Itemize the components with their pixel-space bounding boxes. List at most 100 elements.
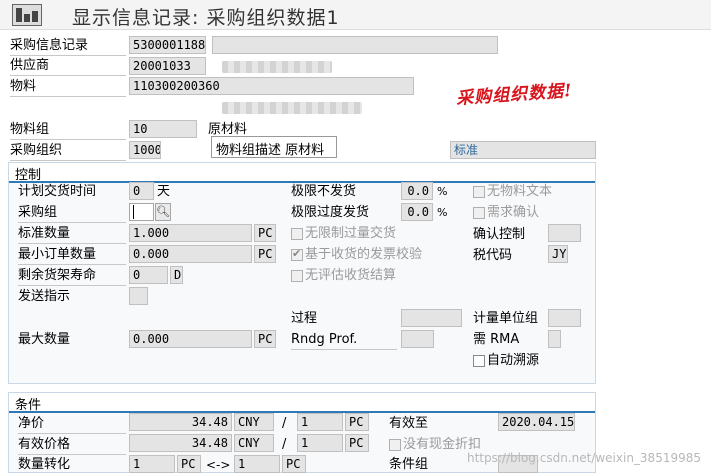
shipping-instr-label: 发送指示 [18, 289, 71, 304]
auto-source-checkbox[interactable] [473, 355, 485, 367]
redacted-material-desc [222, 102, 362, 114]
overdelivery-unit: % [437, 206, 448, 219]
divider [291, 349, 397, 350]
ack-required-checkbox[interactable] [473, 207, 485, 219]
no-ers-checkbox[interactable] [291, 270, 303, 282]
underdelivery-field[interactable]: 0.0 [401, 182, 433, 200]
material-field[interactable]: 110300200360 [129, 77, 414, 95]
eff-price-per[interactable]: 1 [297, 434, 343, 452]
info-record-icon [12, 4, 42, 26]
eff-price-label: 有效价格 [18, 437, 71, 452]
shelf-life-unit[interactable]: D [170, 266, 183, 284]
valid-to-field[interactable]: 2020.04.15 [498, 413, 575, 431]
tax-code-field[interactable]: JY [548, 245, 568, 263]
divider [18, 243, 126, 244]
page-title: 显示信息记录: 采购组织数据1 [72, 7, 340, 29]
min-order-unit[interactable]: PC [254, 245, 276, 263]
qty-conv-left-field[interactable]: 1 [129, 455, 175, 473]
min-order-field[interactable]: 0.000 [129, 245, 252, 263]
uom-group-field[interactable] [548, 309, 581, 327]
text-cursor [133, 205, 134, 219]
purch-org-type-field[interactable]: 标准 [450, 141, 596, 159]
unlimited-overdelivery-checkbox[interactable] [291, 228, 303, 240]
qty-conv-right-field[interactable]: 1 [234, 455, 280, 473]
max-qty-label: 最大数量 [18, 332, 71, 347]
material-group-label: 物料组 [10, 122, 50, 137]
conditions-group-header: 条件 [9, 393, 595, 413]
control-section-title: 控制 [15, 168, 42, 183]
divider [10, 139, 126, 140]
shelf-life-label: 剩余货架寿命 [18, 268, 97, 283]
conf-control-label: 确认控制 [473, 227, 526, 242]
overdelivery-field[interactable]: 0.0 [401, 203, 433, 221]
purch-org-label: 采购组织 [10, 143, 63, 158]
annotation-text: 采购组织数据! [455, 80, 574, 110]
eff-price-currency[interactable]: CNY [234, 434, 274, 452]
magnifier-icon: 🔍︎ [156, 205, 170, 218]
material-group-field[interactable]: 10 [129, 120, 197, 138]
gr-based-iv-label: 基于收货的发票校验 [305, 247, 423, 262]
qty-conv-right-unit[interactable]: PC [282, 455, 306, 473]
net-price-slash: / [282, 416, 287, 431]
divider [18, 264, 126, 265]
shipping-instr-field[interactable] [129, 287, 148, 305]
standard-qty-unit[interactable]: PC [254, 224, 276, 242]
divider [18, 222, 126, 223]
control-group-header: 控制 [9, 163, 595, 183]
gr-based-iv-checkbox[interactable] [291, 247, 303, 261]
min-order-label: 最小订单数量 [18, 247, 97, 262]
purch-group-label: 采购组 [18, 205, 58, 220]
purch-org-field[interactable]: 1000 [129, 141, 161, 159]
qty-conv-left-unit[interactable]: PC [177, 455, 201, 473]
no-cash-discount-checkbox[interactable] [389, 439, 401, 451]
net-price-label: 净价 [18, 416, 45, 431]
conditions-section-title: 条件 [15, 398, 42, 413]
info-record-field[interactable]: 5300001188 [129, 36, 206, 54]
info-record-label: 采购信息记录 [10, 38, 89, 53]
no-material-text-label: 无物料文本 [487, 184, 553, 199]
net-price-currency[interactable]: CNY [234, 413, 274, 431]
net-price-per-unit[interactable]: PC [345, 413, 369, 431]
auto-source-label: 自动溯源 [487, 353, 540, 368]
procedure-field[interactable] [401, 309, 462, 327]
qty-conv-arrow: <-> [206, 458, 231, 472]
net-price-per[interactable]: 1 [297, 413, 343, 431]
overdelivery-label: 极限过度发货 [291, 205, 370, 220]
info-record-desc-field[interactable] [212, 36, 498, 54]
planned-delivery-label: 计划交货时间 [18, 184, 97, 199]
divider [10, 75, 126, 76]
tooltip: 物料组描述 原材料 [211, 136, 337, 158]
valid-to-label: 有效至 [389, 416, 429, 431]
net-price-field[interactable]: 34.48 [129, 413, 232, 431]
underdelivery-unit: % [437, 185, 448, 198]
eff-price-field[interactable]: 34.48 [129, 434, 232, 452]
rma-field[interactable] [548, 330, 561, 348]
rndg-prof-field[interactable] [401, 330, 434, 348]
shelf-life-field[interactable]: 0 [129, 266, 168, 284]
redacted-vendor-name [222, 61, 332, 73]
watermark: https://blog.csdn.net/weixin_38519985 [466, 451, 701, 465]
material-label: 物料 [10, 79, 37, 94]
vendor-field[interactable]: 20001033 [129, 57, 206, 75]
eff-price-per-unit[interactable]: PC [345, 434, 369, 452]
planned-delivery-unit: 天 [157, 184, 171, 199]
standard-qty-field[interactable]: 1.000 [129, 224, 252, 242]
ack-required-label: 需求确认 [487, 205, 540, 220]
vendor-label: 供应商 [10, 58, 50, 73]
eff-price-slash: / [282, 437, 287, 452]
divider [10, 160, 126, 161]
unlimited-overdelivery-label: 无限制过量交货 [305, 226, 397, 241]
title-bar: 显示信息记录: 采购组织数据1 [0, 0, 711, 30]
divider [10, 96, 126, 97]
planned-delivery-field[interactable]: 0 [129, 182, 154, 200]
no-ers-label: 无评估收货结算 [305, 268, 397, 283]
max-qty-field[interactable]: 0.000 [129, 330, 252, 348]
uom-group-label: 计量单位组 [473, 311, 539, 326]
search-help-button[interactable]: 🔍︎ [155, 203, 171, 221]
conf-control-field[interactable] [548, 224, 581, 242]
rma-label: 需 RMA [473, 332, 520, 347]
no-material-text-checkbox[interactable] [473, 186, 485, 198]
divider [18, 454, 126, 455]
max-qty-unit[interactable]: PC [254, 330, 276, 348]
qty-conversion-label: 数量转化 [18, 457, 71, 472]
